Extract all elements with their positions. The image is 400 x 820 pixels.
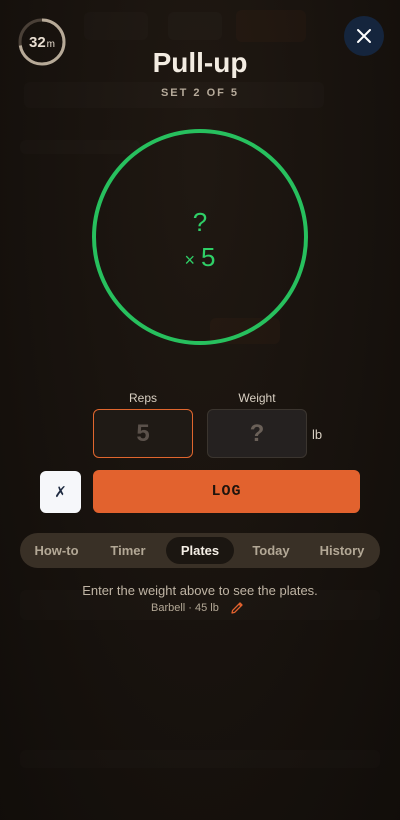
reps-label: Reps xyxy=(128,391,157,405)
target-weight: ? xyxy=(192,207,208,237)
tab-how-to[interactable]: How-to xyxy=(24,537,89,564)
modal-overlay xyxy=(0,0,400,820)
log-button[interactable]: LOG xyxy=(93,470,360,513)
tab-history[interactable]: History xyxy=(308,537,376,564)
exercise-title: Pull-up xyxy=(152,47,248,78)
target-reps: × 5 xyxy=(0,242,400,273)
tab-today[interactable]: Today xyxy=(238,537,304,564)
weight-placeholder: ? xyxy=(249,419,265,447)
weight-label: Weight xyxy=(238,391,276,405)
times-symbol: × xyxy=(184,250,196,270)
tab-timer[interactable]: Timer xyxy=(96,537,160,564)
edit-pencil-icon[interactable] xyxy=(229,600,245,616)
reps-input[interactable]: 5 xyxy=(93,409,193,458)
set-counter: SET 2 OF 5 xyxy=(160,87,240,99)
reps-placeholder: 5 xyxy=(136,419,150,447)
weight-input[interactable]: ? xyxy=(207,409,307,458)
skip-set-button[interactable]: ✗ xyxy=(40,471,81,513)
barbell-info: Barbell · 45 lb xyxy=(151,602,219,614)
weight-unit: lb xyxy=(312,427,323,442)
close-icon xyxy=(357,29,371,43)
tab-plates[interactable]: Plates xyxy=(166,537,234,564)
tool-tabs: How-to Timer Plates Today History xyxy=(20,533,380,568)
plates-hint: Enter the weight above to see the plates… xyxy=(82,583,318,598)
target-reps-value: 5 xyxy=(201,242,216,272)
